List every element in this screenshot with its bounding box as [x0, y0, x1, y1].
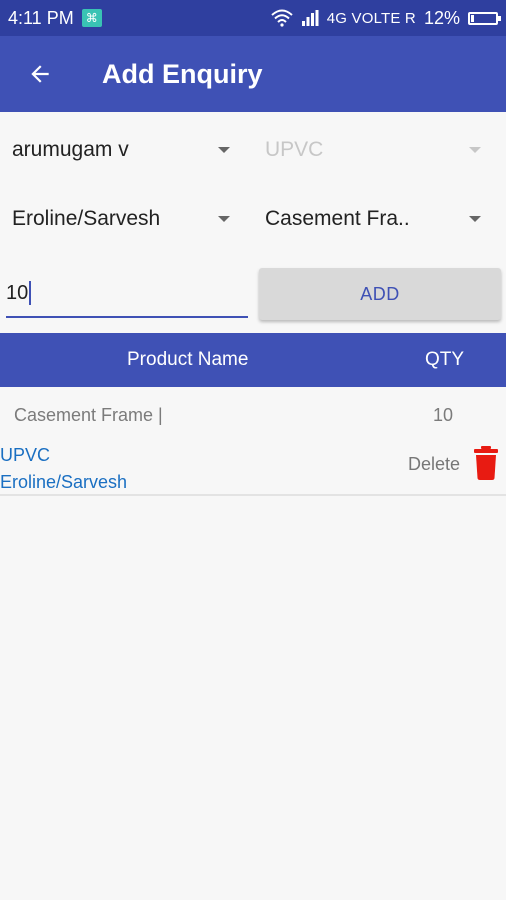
status-time: 4:11 PM	[8, 7, 74, 28]
quantity-value: 10	[6, 281, 29, 304]
app-bar: Add Enquiry	[0, 36, 506, 112]
product-name-header: Product Name	[127, 349, 249, 370]
chevron-down-icon	[469, 216, 481, 222]
signal-icon	[301, 10, 319, 26]
chevron-down-icon	[469, 147, 481, 153]
customer-spinner-value: arumugam v	[12, 138, 129, 161]
customer-spinner[interactable]: arumugam v	[12, 130, 230, 170]
chevron-down-icon	[218, 216, 230, 222]
row-material: UPVC	[0, 445, 51, 465]
table-row: Casement Frame | 10 UPVC Eroline/Sarvesh…	[0, 388, 506, 496]
battery-percent: 12%	[423, 7, 460, 28]
add-button[interactable]: ADD	[259, 268, 501, 320]
text-cursor	[29, 281, 32, 305]
status-right: 4G VOLTE R 12%	[271, 7, 501, 29]
battery-icon	[468, 11, 501, 25]
status-bar: 4:11 PM ⌘ 4G VOLTE R 12%	[0, 0, 506, 36]
row-brand: Eroline/Sarvesh	[0, 472, 128, 492]
product-spinner[interactable]: Casement Fra..	[265, 199, 481, 239]
material-spinner-value: UPVC	[265, 138, 324, 161]
brand-spinner-value: Eroline/Sarvesh	[12, 207, 161, 230]
battery-fill	[471, 14, 474, 22]
app-notification-icon: ⌘	[81, 9, 102, 27]
brand-spinner[interactable]: Eroline/Sarvesh	[12, 199, 230, 239]
table-header: Product Name QTY	[0, 333, 506, 387]
page-title: Add Enquiry	[102, 58, 263, 89]
back-button[interactable]	[20, 54, 60, 94]
delete-label[interactable]: Delete	[408, 454, 460, 475]
network-type: 4G VOLTE R	[326, 9, 416, 27]
trash-icon[interactable]	[473, 446, 499, 480]
quantity-input[interactable]: 10	[6, 270, 248, 318]
arrow-left-icon	[31, 65, 49, 83]
row-qty: 10	[433, 405, 454, 425]
wifi-icon	[271, 9, 293, 27]
chevron-down-icon	[218, 147, 230, 153]
material-spinner[interactable]: UPVC	[265, 130, 481, 170]
product-spinner-value: Casement Fra..	[265, 207, 410, 230]
status-left: 4:11 PM ⌘	[8, 8, 102, 29]
qty-header: QTY	[425, 349, 465, 370]
row-product-name: Casement Frame |	[14, 405, 163, 425]
